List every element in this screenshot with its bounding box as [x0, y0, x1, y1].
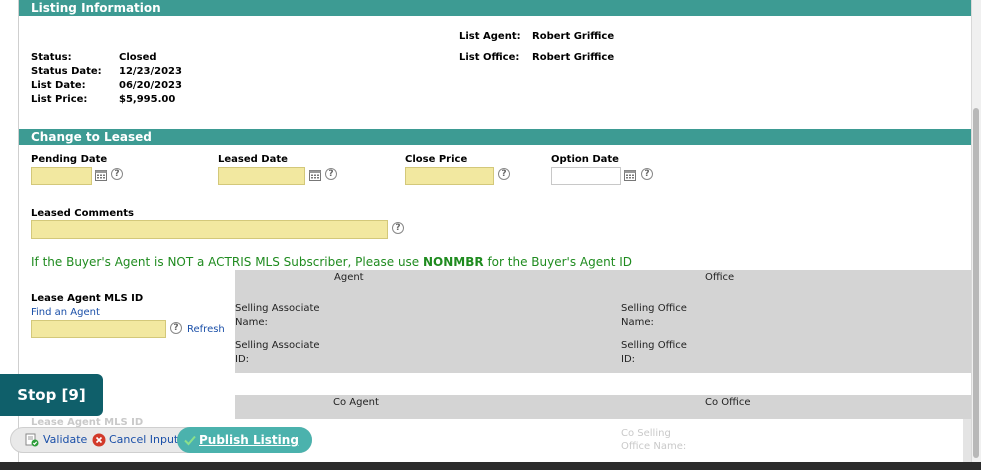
- status-value: Closed: [119, 52, 157, 63]
- selling-associate-id-label: Selling Associate ID:: [235, 340, 320, 365]
- calendar-icon[interactable]: [95, 169, 107, 181]
- change-to-leased-header: Change to Leased: [19, 129, 971, 145]
- publish-listing-button[interactable]: Publish Listing: [177, 427, 312, 453]
- pending-date-label: Pending Date: [31, 154, 108, 165]
- option-date-input[interactable]: [551, 167, 621, 185]
- find-an-agent-link[interactable]: Find an Agent: [31, 307, 100, 318]
- calendar-icon[interactable]: [624, 169, 636, 181]
- list-agent-value: Robert Griffice: [532, 31, 615, 42]
- co-agent-column-header: Co Agent: [333, 397, 379, 408]
- selling-office-name-label: Selling Office Name:: [621, 303, 687, 328]
- agent-column-header: Agent: [334, 272, 364, 283]
- status-label: Status:: [31, 52, 72, 63]
- help-icon[interactable]: ?: [111, 168, 123, 180]
- stop-button[interactable]: Stop [9]: [0, 374, 103, 416]
- checkmark-icon: [184, 435, 196, 446]
- list-office-value: Robert Griffice: [532, 52, 615, 63]
- agent-office-table: [235, 270, 971, 373]
- listing-information-header: Listing Information: [19, 0, 971, 16]
- option-date-label: Option Date: [551, 154, 619, 165]
- list-price-value: $5,995.00: [119, 94, 176, 105]
- cancel-input-button[interactable]: Cancel Input: [109, 427, 178, 453]
- help-icon[interactable]: ?: [641, 168, 653, 180]
- list-date-label: List Date:: [31, 80, 86, 91]
- leased-date-label: Leased Date: [218, 154, 288, 165]
- leased-comments-label: Leased Comments: [31, 208, 134, 219]
- selling-associate-name-label: Selling Associate Name:: [235, 303, 320, 328]
- lease-agent-mls-id-input[interactable]: [31, 320, 166, 338]
- help-icon[interactable]: ?: [170, 322, 182, 334]
- horizontal-scrollbar[interactable]: [0, 462, 981, 470]
- buyer-agent-note: If the Buyer's Agent is NOT a ACTRIS MLS…: [31, 255, 632, 269]
- list-office-label: List Office:: [459, 52, 520, 63]
- list-date-value: 06/20/2023: [119, 80, 182, 91]
- calendar-icon[interactable]: [309, 169, 321, 181]
- help-icon[interactable]: ?: [498, 168, 510, 180]
- validate-button[interactable]: Validate: [43, 427, 87, 453]
- co-office-column-header: Co Office: [705, 397, 751, 408]
- selling-office-id-label: Selling Office ID:: [621, 340, 687, 365]
- pending-date-input[interactable]: [31, 167, 92, 185]
- leased-date-input[interactable]: [218, 167, 305, 185]
- help-icon[interactable]: ?: [392, 222, 404, 234]
- co-selling-office-name-label: Co Selling Office Name:: [621, 428, 687, 452]
- status-date-value: 12/23/2023: [119, 66, 182, 77]
- lease-agent-mls-id-label: Lease Agent MLS ID: [31, 293, 144, 304]
- publish-listing-label: Publish Listing: [199, 433, 299, 447]
- close-price-input[interactable]: [405, 167, 494, 185]
- co-table-edge: [963, 419, 971, 462]
- cancel-icon: [92, 433, 106, 447]
- office-column-header: Office: [705, 272, 735, 283]
- nonmbr-code: NONMBR: [423, 255, 484, 269]
- validate-icon: [25, 433, 39, 447]
- list-agent-label: List Agent:: [459, 31, 521, 42]
- help-icon[interactable]: ?: [325, 168, 337, 180]
- refresh-link[interactable]: Refresh: [187, 324, 225, 335]
- leased-comments-input[interactable]: [31, 220, 388, 239]
- status-date-label: Status Date:: [31, 66, 102, 77]
- close-price-label: Close Price: [405, 154, 468, 165]
- vertical-scroll-thumb[interactable]: [973, 108, 979, 458]
- list-price-label: List Price:: [31, 94, 88, 105]
